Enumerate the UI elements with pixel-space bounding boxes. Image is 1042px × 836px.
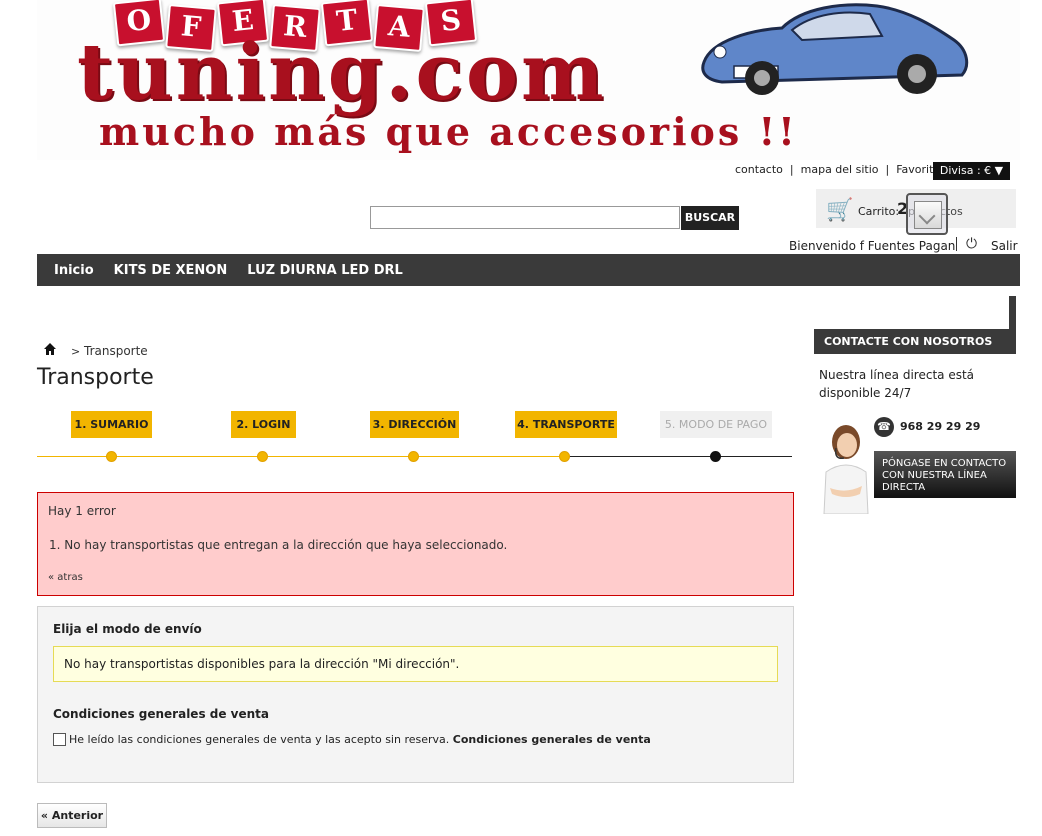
conditions-label: He leído las condiciones generales de ve… — [69, 733, 651, 746]
main-nav: Inicio KITS DE XENON LUZ DIURNA LED DRL — [37, 254, 1020, 286]
sidebar-text: Nuestra línea directa está disponible 24… — [819, 368, 975, 400]
sidebar-heading: CONTACTE CON NOSOTROS — [814, 329, 1016, 354]
shipping-title: Elija el modo de envío — [53, 622, 202, 636]
error-back-link[interactable]: « atras — [48, 572, 83, 583]
step-dot — [559, 451, 570, 462]
power-icon[interactable]: ⏻ — [966, 236, 977, 252]
step-login[interactable]: 2. LOGIN — [231, 411, 296, 438]
step-dot — [257, 451, 268, 462]
currency-selector[interactable]: Divisa : € ▼ — [933, 162, 1010, 180]
chevron-down-icon — [914, 201, 942, 229]
error-box: Hay 1 error 1. No hay transportistas que… — [37, 492, 794, 596]
page-title: Transporte — [37, 365, 154, 390]
nav-item-luz-diurna[interactable]: LUZ DIURNA LED DRL — [247, 263, 403, 278]
step-modo-pago: 5. MODO DE PAGO — [660, 411, 772, 438]
contact-hotline-button[interactable]: PÓNGASE EN CONTACTO CON NUESTRA LÍNEA DI… — [874, 451, 1016, 498]
site-banner[interactable]: O F E R T A S tuning.com mucho más que a… — [37, 0, 1020, 160]
step-dot — [710, 451, 721, 462]
welcome-separator — [956, 237, 957, 251]
cart-block[interactable]: 🛒 Carrito: 2 productos — [816, 189, 1016, 235]
sidebar-tab-decoration — [1009, 296, 1016, 329]
link-separator: | — [885, 163, 890, 176]
support-agent-image — [823, 425, 869, 514]
cart-expand-button[interactable] — [906, 193, 948, 235]
shipping-box: Elija el modo de envío No hay transporti… — [37, 606, 794, 783]
search-button[interactable]: BUSCAR — [681, 206, 739, 230]
conditions-title: Condiciones generales de venta — [53, 707, 270, 721]
brand-logo-text: tuning.com — [77, 27, 607, 118]
car-illustration — [701, 3, 969, 95]
contact-link[interactable]: contacto — [735, 163, 783, 176]
step-dot — [106, 451, 117, 462]
breadcrumb-separator: > — [71, 345, 81, 358]
link-separator: | — [789, 163, 794, 176]
step-direccion[interactable]: 3. DIRECCIÓN — [370, 411, 459, 438]
logout-link[interactable]: Salir — [991, 239, 1018, 253]
shipping-warning: No hay transportistas disponibles para l… — [53, 646, 778, 682]
welcome-text: Bienvenido f Fuentes Pagan — [789, 239, 956, 253]
breadcrumb-current: Transporte — [84, 344, 148, 358]
step-transporte: 4. TRANSPORTE — [515, 411, 617, 438]
nav-item-inicio[interactable]: Inicio — [54, 263, 94, 278]
cart-icon: 🛒 — [826, 198, 854, 223]
cart-label: Carrito: — [858, 205, 900, 218]
previous-button[interactable]: « Anterior — [37, 803, 107, 828]
home-icon[interactable] — [44, 343, 56, 355]
step-dot — [408, 451, 419, 462]
step-sumario[interactable]: 1. SUMARIO — [71, 411, 152, 438]
terms-checkbox[interactable] — [53, 733, 66, 746]
phone-icon: ☎ — [874, 417, 894, 437]
conditions-text: He leído las condiciones generales de ve… — [69, 733, 450, 746]
brand-slogan: mucho más que accesorios !! — [99, 109, 798, 154]
search-input[interactable] — [370, 206, 680, 229]
conditions-link[interactable]: Condiciones generales de venta — [453, 733, 651, 746]
sitemap-link[interactable]: mapa del sitio — [801, 163, 879, 176]
error-title: Hay 1 error — [48, 504, 116, 518]
phone-number[interactable]: 968 29 29 29 — [900, 420, 980, 433]
error-message: 1. No hay transportistas que entregan a … — [49, 538, 508, 552]
top-links: contacto | mapa del sitio | Favoritos — [735, 163, 946, 176]
progress-line-todo — [565, 456, 792, 457]
nav-item-kits-xenon[interactable]: KITS DE XENON — [114, 263, 228, 278]
